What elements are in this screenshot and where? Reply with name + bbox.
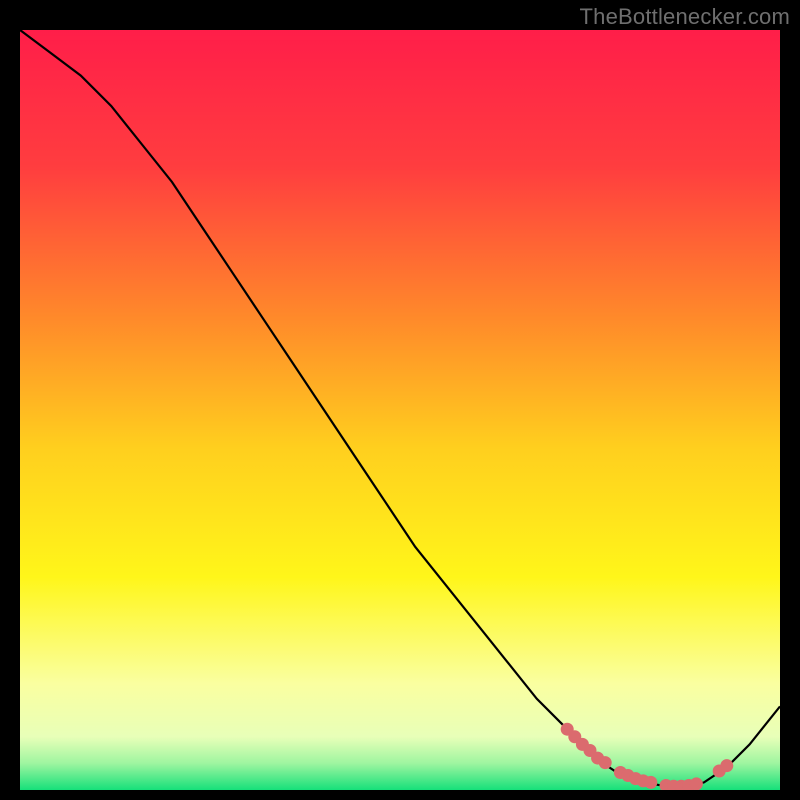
marker-dot xyxy=(690,777,703,790)
marker-dot xyxy=(599,756,612,769)
attribution-label: TheBottlenecker.com xyxy=(580,4,790,30)
marker-dot xyxy=(720,759,733,772)
chart-svg xyxy=(20,30,780,790)
chart-container: TheBottlenecker.com xyxy=(0,0,800,800)
marker-dot xyxy=(644,776,657,789)
plot-frame xyxy=(20,30,780,790)
gradient-background xyxy=(20,30,780,790)
